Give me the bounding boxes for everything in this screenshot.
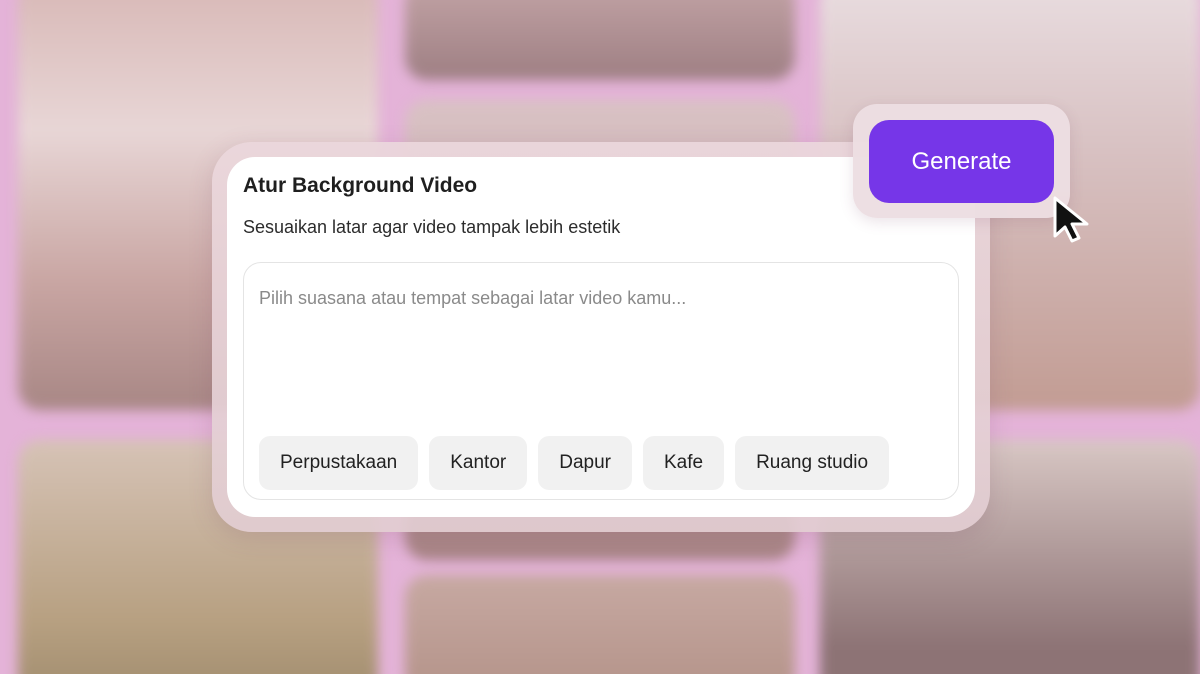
chip-dapur[interactable]: Dapur	[538, 436, 632, 490]
background-photo-shelf	[405, 0, 795, 80]
chip-kafe[interactable]: Kafe	[642, 436, 725, 490]
card-subtitle: Sesuaikan latar agar video tampak lebih …	[243, 217, 621, 237]
prompt-input[interactable]	[259, 283, 939, 413]
card-title: Atur Background Video	[243, 174, 478, 197]
mouse-pointer-icon	[1053, 196, 1089, 243]
chip-ruang-studio[interactable]: Ruang studio	[735, 436, 890, 490]
background-photo-table	[405, 575, 795, 674]
suggestion-chips: Perpustakaan Kantor Dapur Kafe Ruang stu…	[259, 436, 890, 490]
generate-button[interactable]: Generate	[869, 120, 1054, 203]
chip-kantor[interactable]: Kantor	[429, 436, 528, 490]
chip-perpustakaan[interactable]: Perpustakaan	[259, 436, 419, 490]
